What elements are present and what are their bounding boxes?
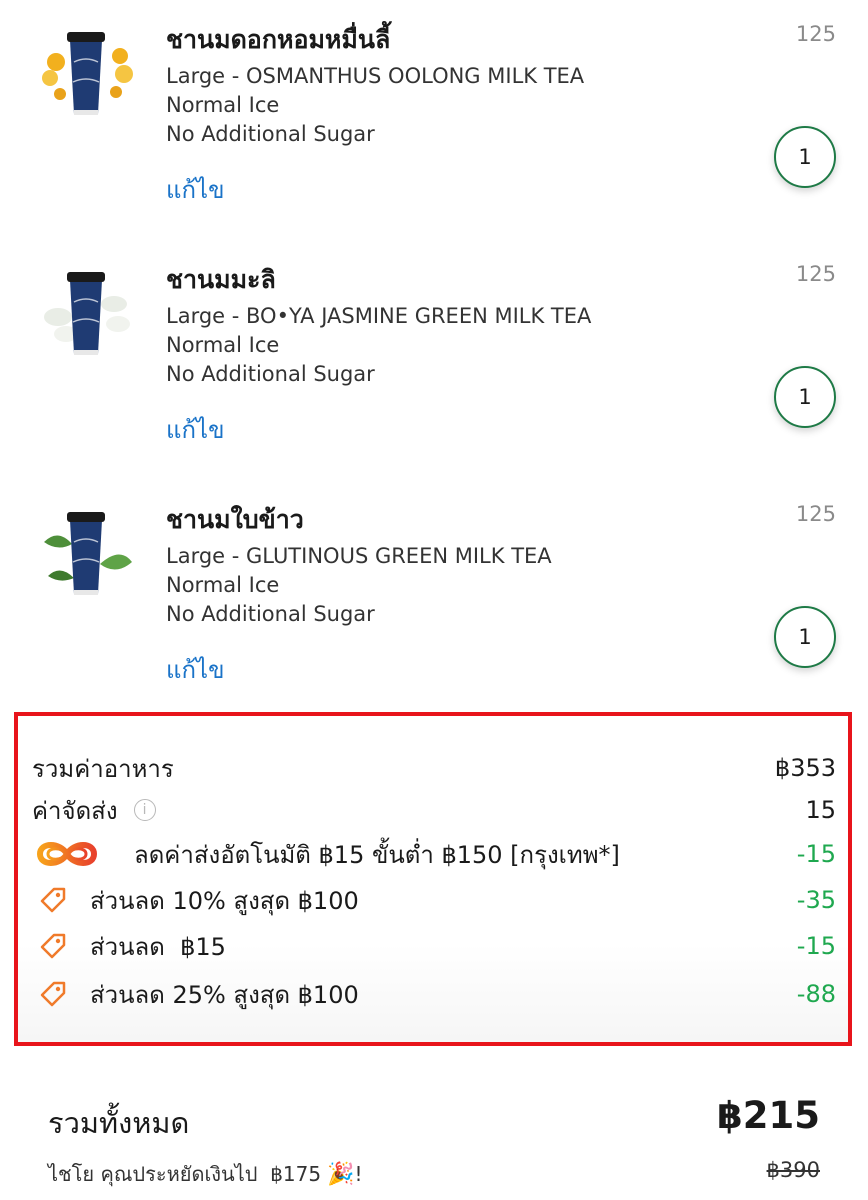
cart-item: ชานมดอกหอมหมื่นลี้ 125 Large - OSMANTHUS… [0, 0, 868, 240]
discount-label: ส่วนลด 25% สูงสุด ฿100 [90, 980, 359, 1009]
savings-suffix: ! [354, 1162, 363, 1186]
discount-value: -88 [796, 980, 836, 1008]
discount-row: ส่วนลด 10% สูงสุด ฿100 -35 [32, 880, 836, 920]
original-total-value: ฿390 [766, 1158, 820, 1182]
price-summary: รวมค่าอาหาร ฿353 ค่าจัดส่ง i 15 ลดค่าส่ง… [14, 712, 852, 1046]
jasmine-milk-tea-image [44, 272, 130, 355]
delivery-fee-value: 15 [805, 796, 836, 824]
item-size-option: Large - GLUTINOUS GREEN MILK TEA [166, 544, 552, 568]
food-total-label: รวมค่าอาหาร [32, 754, 174, 783]
cart-item: ชานมมะลิ 125 Large - BO•YA JASMINE GREEN… [0, 240, 868, 480]
item-size-option: Large - BO•YA JASMINE GREEN MILK TEA [166, 304, 592, 328]
cart-page: ชานมดอกหอมหมื่นลี้ 125 Large - OSMANTHUS… [0, 0, 868, 1200]
discount-value: -15 [796, 932, 836, 960]
grand-total-value: ฿215 [717, 1094, 820, 1137]
delivery-fee-row: ค่าจัดส่ง i 15 [32, 790, 836, 830]
tag-icon [40, 933, 66, 959]
savings-text: ไชโย คุณประหยัดเงินไป ฿175 [48, 1162, 322, 1186]
item-name: ชานมดอกหอมหมื่นลี้ [166, 25, 391, 54]
item-ice-option: Normal Ice [166, 93, 280, 117]
delivery-fee-label: ค่าจัดส่ง [32, 796, 118, 825]
grand-total-label: รวมทั้งหมด [48, 1106, 190, 1140]
order-total-panel: รวมทั้งหมด ฿215 ไชโย คุณประหยัดเงินไป ฿1… [0, 1048, 868, 1200]
item-price: 125 [795, 262, 836, 286]
discount-label: ส่วนลด ฿15 [90, 932, 226, 961]
item-ice-option: Normal Ice [166, 573, 280, 597]
discount-label: ส่วนลด 10% สูงสุด ฿100 [90, 886, 359, 915]
item-name: ชานมมะลิ [166, 265, 276, 294]
tag-icon [40, 981, 66, 1007]
item-ice-option: Normal Ice [166, 333, 280, 357]
savings-message: ไชโย คุณประหยัดเงินไป ฿175 🎉 ! [48, 1158, 363, 1190]
edit-item-link[interactable]: แก้ไข [166, 170, 224, 209]
item-size-option: Large - OSMANTHUS OOLONG MILK TEA [166, 64, 585, 88]
edit-item-link[interactable]: แก้ไข [166, 410, 224, 449]
item-sugar-option: No Additional Sugar [166, 122, 375, 146]
item-price: 125 [795, 502, 836, 526]
quantity-button[interactable]: 1 [774, 606, 836, 668]
infinity-promo-icon [36, 842, 98, 866]
discount-row: ส่วนลด 25% สูงสุด ฿100 -88 [32, 974, 836, 1014]
discount-value: -35 [796, 886, 836, 914]
item-name: ชานมใบข้าว [166, 505, 304, 534]
edit-item-link[interactable]: แก้ไข [166, 650, 224, 689]
discount-value: -15 [796, 840, 836, 868]
cart-item: ชานมใบข้าว 125 Large - GLUTINOUS GREEN M… [0, 480, 868, 720]
quantity-button[interactable]: 1 [774, 366, 836, 428]
discount-row: ลดค่าส่งอัตโนมัติ ฿15 ขั้นต่ำ ฿150 [กรุง… [32, 834, 836, 874]
item-sugar-option: No Additional Sugar [166, 602, 375, 626]
info-icon[interactable]: i [133, 799, 156, 821]
glutinous-milk-tea-image [44, 512, 132, 595]
food-total-value: ฿353 [774, 754, 836, 782]
tag-icon [40, 887, 66, 913]
party-popper-icon: 🎉 [327, 1161, 355, 1187]
item-sugar-option: No Additional Sugar [166, 362, 375, 386]
item-price: 125 [795, 22, 836, 46]
discount-row: ส่วนลด ฿15 -15 [32, 926, 836, 966]
osmanthus-milk-tea-image [42, 32, 133, 115]
quantity-button[interactable]: 1 [774, 126, 836, 188]
food-total-row: รวมค่าอาหาร ฿353 [32, 748, 836, 788]
discount-label: ลดค่าส่งอัตโนมัติ ฿15 ขั้นต่ำ ฿150 [กรุง… [134, 840, 620, 869]
